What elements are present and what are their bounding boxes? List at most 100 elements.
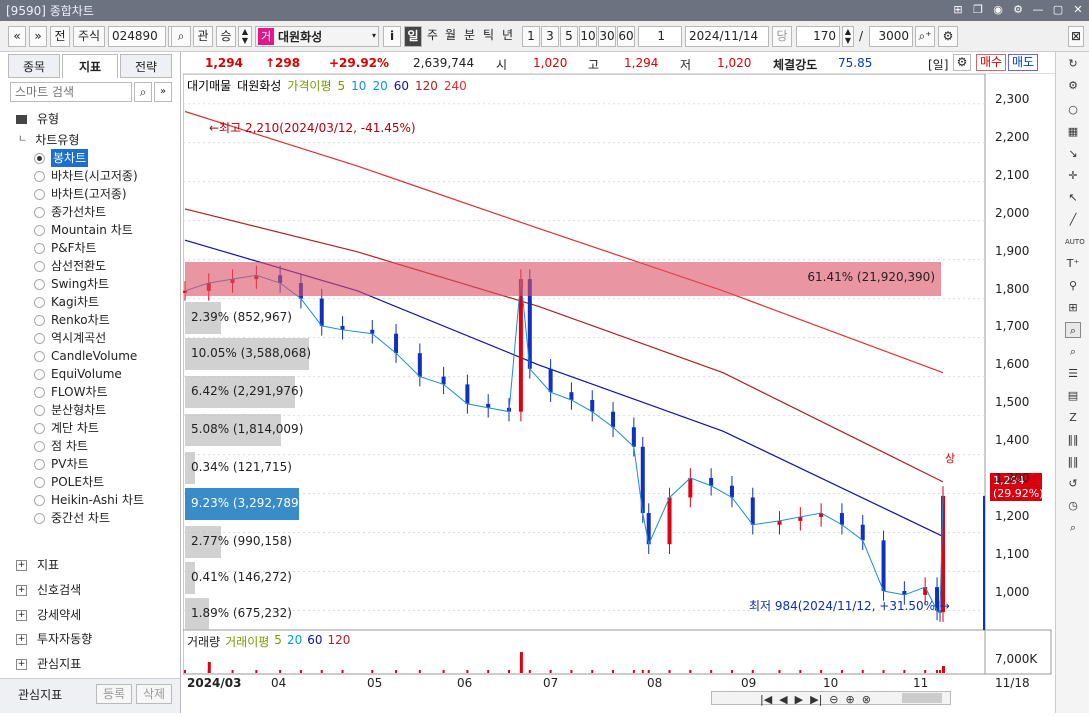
z-icon[interactable]: Z [1065,410,1081,426]
radio-icon[interactable] [34,386,45,398]
chart-type-option[interactable]: 중간선 차트 [34,509,110,527]
chart-type-option[interactable]: EquiVolume [34,365,122,383]
period-day-button[interactable]: 일 [404,26,422,47]
interval-60-button[interactable]: 60 [617,26,635,47]
list-icon[interactable]: ☰ [1065,366,1081,382]
period-tick-button[interactable]: 틱 [480,26,497,47]
period-year-button[interactable]: 년 [499,26,516,47]
radio-icon[interactable] [34,260,45,272]
close-icon[interactable]: ✕ [1071,3,1085,17]
scroll-control-button[interactable]: |◀ [760,693,772,706]
bars2-icon[interactable]: ‖‖ [1065,454,1081,470]
before-button[interactable]: 전 [50,26,70,47]
refresh-icon[interactable]: ↻ [1065,56,1081,72]
maximize-icon[interactable]: ▢ [1051,3,1065,17]
gear-icon[interactable]: ⚙ [953,54,971,71]
radio-icon[interactable] [34,242,45,254]
scroll-control-button[interactable]: ▶| [810,693,822,706]
scroll-thumb[interactable] [902,693,942,703]
search-icon[interactable]: ⌕ [171,26,191,47]
chart-type-option[interactable]: Swing차트 [34,275,109,293]
date-input[interactable]: 2024/11/14 [685,26,769,47]
chart-type-option[interactable]: 계단 차트 [34,419,99,437]
scroll-control-button[interactable]: ⊖ [829,693,838,706]
interval-5-button[interactable]: 5 [560,26,578,47]
radio-icon[interactable] [34,494,45,506]
period-week-button[interactable]: 주 [424,26,441,47]
chart-svg[interactable] [182,73,1055,713]
undo-icon[interactable]: ↺ [1065,476,1081,492]
section-investor[interactable]: + 투자자동향 [16,628,92,650]
gwan-button[interactable]: 관 [193,26,213,47]
radio-icon[interactable] [34,440,45,452]
chart-type-option[interactable]: PV차트 [34,455,89,473]
scroll-control-button[interactable]: ⊕ [846,693,855,706]
chart-type-option[interactable]: Heikin-Ashi 차트 [34,491,144,509]
section-favorite[interactable]: + 관심지표 [16,653,81,675]
zoom-icon[interactable]: ⌕ [1065,322,1081,338]
chart-type-option[interactable]: 봉차트 [34,149,89,167]
scroll-control-button[interactable]: ◀ [779,693,787,706]
radio-icon[interactable] [34,422,45,434]
chart-type-option[interactable]: 삼선전환도 [34,257,106,275]
interval-10-button[interactable]: 10 [579,26,597,47]
line-icon[interactable]: ╱ [1065,212,1081,228]
dang-button[interactable]: 당 [772,26,792,47]
info-button[interactable]: i [383,26,401,47]
chart-type-node[interactable]: ㄴ 차트유형 [18,131,79,149]
chart-type-option[interactable]: Mountain 차트 [34,221,133,239]
radio-icon[interactable] [34,314,45,326]
radio-icon[interactable] [34,206,45,218]
chart-type-option[interactable]: P&F차트 [34,239,97,257]
stock-name-box[interactable]: 거 대원화성 ▾ [255,26,379,47]
scroll-control-button[interactable]: ⊗ [862,693,871,706]
tab-strategy[interactable]: 전략 [120,54,172,78]
radio-icon[interactable] [34,458,45,470]
chart-icon[interactable]: ▦ [1065,124,1081,140]
link-icon[interactable]: ⊞ [951,3,965,17]
register-button[interactable]: 등록 [96,684,132,704]
circle-icon[interactable]: ○ [1065,102,1081,118]
pointer-icon[interactable]: ↖ [1065,190,1081,206]
auto-icon[interactable]: AUTO [1065,234,1085,250]
nav-down-button[interactable]: » [29,26,47,47]
radio-icon[interactable] [34,476,45,488]
radio-icon[interactable] [34,296,45,308]
interval-30-button[interactable]: 30 [598,26,616,47]
radio-icon[interactable] [34,188,45,200]
copy-icon[interactable]: ❐ [971,3,985,17]
interval-3-button[interactable]: 3 [541,26,559,47]
radio-icon[interactable] [34,404,45,416]
tab-stock[interactable]: 종목 [8,54,60,78]
settings-icon[interactable]: ⚙ [1065,78,1081,94]
sell-button[interactable]: 매도 [1008,54,1038,71]
chart-type-option[interactable]: 종가선차트 [34,203,106,221]
market-type-select[interactable]: 주식 [73,26,105,47]
chart-type-option[interactable]: 분산형차트 [34,401,106,419]
total-count-input[interactable]: 3000 [869,26,913,47]
trend-icon[interactable]: ↘ [1065,146,1081,162]
radio-icon[interactable] [34,224,45,236]
text-icon[interactable]: T⁺ [1065,256,1081,272]
view-count-input[interactable]: 170 [796,26,840,47]
radio-icon[interactable] [34,368,45,380]
radio-icon[interactable] [34,350,45,362]
updown-spinner[interactable]: ▲ ▼ [238,26,252,47]
expand-icon[interactable]: ⊠ [1068,26,1084,47]
chart-area[interactable]: 대기매물 대원화성 가격이평 5 10 20 60 120 240 61.41%… [182,73,1055,713]
seung-button[interactable]: 승 [216,26,236,47]
minimize-icon[interactable]: — [1031,3,1045,17]
grid-icon[interactable]: ⊞ [1065,300,1081,316]
radio-icon[interactable] [34,332,45,344]
chart-type-option[interactable]: 역시계곡선 [34,329,106,347]
period-month-button[interactable]: 월 [442,26,459,47]
count-select[interactable]: 1 [638,26,682,47]
chart-type-option[interactable]: 바차트(고저종) [34,185,127,203]
gear-icon[interactable]: ⚙ [938,26,958,47]
table-icon[interactable]: ▤ [1065,388,1081,404]
radio-icon[interactable] [34,512,45,524]
stock-code-input[interactable]: 024890 [108,26,166,47]
camera-icon[interactable]: ◉ [991,3,1005,17]
search-icon[interactable]: ⌕ [1065,520,1081,536]
chart-type-option[interactable]: CandleVolume [34,347,137,365]
